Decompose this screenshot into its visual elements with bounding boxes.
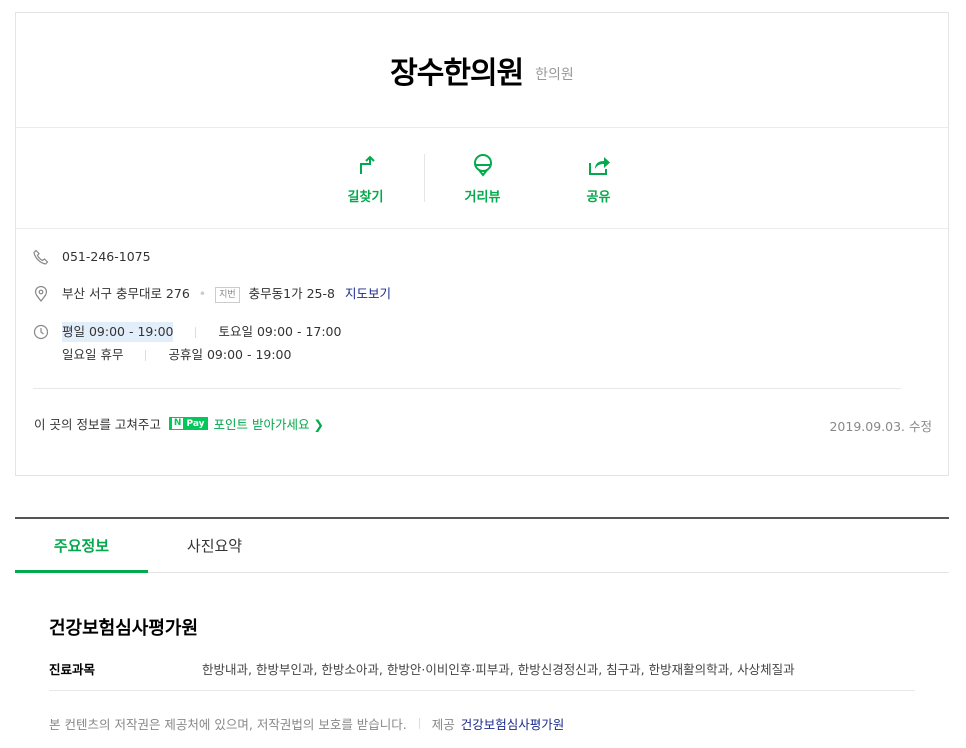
hours-separator bbox=[195, 326, 197, 338]
department-value: 한방내과, 한방부인과, 한방소아과, 한방안·이비인후·피부과, 한방신경정신… bbox=[202, 662, 795, 677]
copyright-text: 본 컨텐츠의 저작권은 제공처에 있으며, 저작권법의 보호를 받습니다. bbox=[49, 717, 407, 732]
tab-main-info[interactable]: 주요정보 bbox=[15, 519, 148, 573]
provider-link[interactable]: 건강보험심사평가원 bbox=[461, 714, 565, 733]
fix-info-prompt[interactable]: 이 곳의 정보를 고쳐주고 N Pay 포인트 받아가세요 ❯ bbox=[34, 414, 324, 433]
tab-bar: 주요정보 사진요약 bbox=[15, 517, 949, 573]
hours-line-2: 일요일 휴무 공휴일 09:00 - 19:00 bbox=[62, 345, 662, 365]
jibun-address: 충무동1가 25-8 bbox=[248, 286, 335, 301]
npay-badge: N Pay bbox=[168, 417, 208, 430]
department-label: 진료과목 bbox=[49, 662, 96, 677]
location-pin-icon bbox=[34, 286, 48, 302]
weekday-hours: 평일 09:00 - 19:00 bbox=[62, 322, 174, 342]
section-title: 건강보험심사평가원 bbox=[49, 618, 199, 639]
phone-icon bbox=[33, 249, 49, 265]
jibun-badge: 지번 bbox=[215, 287, 240, 303]
directions-button[interactable]: 길찾기 bbox=[308, 152, 424, 205]
sunday-hours: 일요일 휴무 bbox=[62, 347, 124, 362]
point-link[interactable]: 포인트 받아가세요 ❯ bbox=[214, 414, 324, 433]
provider-label: 제공 bbox=[431, 717, 455, 732]
road-address: 부산 서구 충무대로 276 bbox=[62, 286, 190, 301]
npay-n-logo: N bbox=[171, 418, 184, 429]
place-name: 장수한의원 bbox=[390, 56, 524, 91]
copyright-notice: 본 컨텐츠의 저작권은 제공처에 있으며, 저작권법의 보호를 받습니다. 제공… bbox=[49, 714, 564, 733]
action-bar: 길찾기 거리뷰 공유 bbox=[16, 128, 948, 229]
directions-label: 길찾기 bbox=[347, 189, 384, 205]
share-icon bbox=[588, 156, 610, 175]
address-row: 부산 서구 충무대로 276 • 지번 충무동1가 25-8 지도보기 bbox=[33, 284, 391, 304]
share-button[interactable]: 공유 bbox=[541, 152, 657, 205]
phone-number[interactable]: 051-246-1075 bbox=[62, 249, 151, 264]
phone-row: 051-246-1075 bbox=[33, 247, 151, 267]
directions-icon bbox=[359, 155, 375, 174]
info-divider bbox=[33, 388, 901, 389]
title-area: 장수한의원 한의원 bbox=[16, 13, 948, 128]
hours-row: 평일 09:00 - 19:00 토요일 09:00 - 17:00 일요일 휴… bbox=[33, 322, 662, 365]
updated-date: 2019.09.03. 수정 bbox=[829, 419, 932, 434]
place-summary-card: 장수한의원 한의원 길찾기 거리뷰 공유 bbox=[15, 12, 949, 476]
saturday-hours: 토요일 09:00 - 17:00 bbox=[218, 324, 342, 339]
hours-separator bbox=[145, 349, 147, 361]
tab-photo-summary[interactable]: 사진요약 bbox=[148, 519, 281, 573]
fix-info-text: 이 곳의 정보를 고쳐주고 bbox=[34, 417, 161, 432]
street-view-button[interactable]: 거리뷰 bbox=[425, 152, 541, 205]
address-separator: • bbox=[198, 286, 207, 301]
place-category: 한의원 bbox=[535, 67, 574, 83]
copyright-separator bbox=[418, 718, 420, 729]
section-divider bbox=[49, 690, 915, 691]
npay-label: Pay bbox=[186, 418, 205, 429]
hours-line-1: 평일 09:00 - 19:00 토요일 09:00 - 17:00 bbox=[62, 322, 662, 342]
street-view-icon bbox=[473, 153, 492, 177]
share-label: 공유 bbox=[586, 189, 611, 205]
map-view-link[interactable]: 지도보기 bbox=[345, 286, 391, 301]
clock-icon bbox=[33, 324, 49, 340]
street-view-label: 거리뷰 bbox=[464, 189, 501, 205]
holiday-hours: 공휴일 09:00 - 19:00 bbox=[168, 347, 292, 362]
